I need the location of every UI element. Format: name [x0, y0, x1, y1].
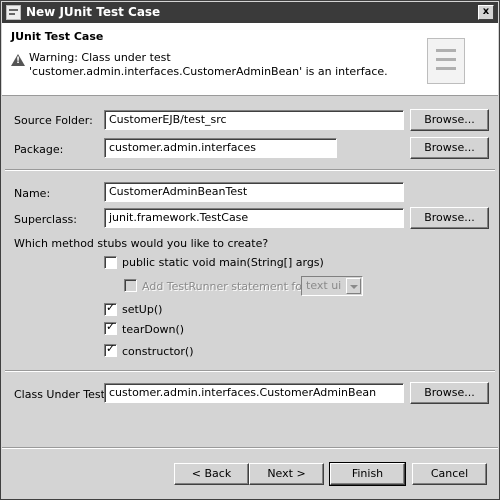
finish-button[interactable]: Finish	[329, 462, 406, 486]
superclass-field[interactable]: junit.framework.TestCase	[104, 208, 404, 228]
teardown-checkbox[interactable]: ✓	[104, 320, 117, 335]
new-junit-test-case-dialog: New JUnit Test Case x JUnit Test Case ! …	[0, 0, 500, 500]
source-folder-label: Source Folder:	[14, 114, 93, 127]
window-icon	[6, 5, 21, 20]
next-button[interactable]: Next >	[249, 463, 324, 485]
package-field[interactable]: customer.admin.interfaces	[104, 138, 337, 158]
setup-label: setUp()	[122, 303, 163, 316]
constructor-checkbox[interactable]: ✓	[104, 342, 117, 357]
source-folder-browse-button[interactable]: Browse...	[410, 109, 489, 131]
warning-message: Warning: Class under test 'customer.admi…	[29, 51, 388, 78]
cancel-button[interactable]: Cancel	[412, 463, 487, 485]
close-button[interactable]: x	[478, 5, 494, 20]
wizard-banner: JUnit Test Case ! Warning: Class under t…	[2, 23, 498, 96]
testrunner-label: Add TestRunner statement for:	[142, 280, 311, 293]
class-under-test-browse-button[interactable]: Browse...	[410, 382, 489, 404]
superclass-label: Superclass:	[14, 213, 77, 226]
testrunner-checkbox[interactable]	[124, 279, 137, 292]
chevron-down-icon[interactable]	[346, 278, 361, 294]
window-title: New JUnit Test Case	[26, 5, 161, 19]
page-title: JUnit Test Case	[11, 30, 104, 43]
teardown-label: tearDown()	[122, 323, 185, 336]
package-label: Package:	[14, 143, 64, 156]
source-folder-field[interactable]: CustomerEJB/test_src	[104, 110, 404, 130]
superclass-browse-button[interactable]: Browse...	[410, 207, 489, 229]
separator	[5, 169, 495, 171]
junit-wizard-icon	[427, 38, 465, 84]
method-stubs-question: Which method stubs would you like to cre…	[14, 237, 269, 250]
package-browse-button[interactable]: Browse...	[410, 137, 489, 159]
main-method-checkbox[interactable]	[104, 256, 117, 269]
constructor-label: constructor()	[122, 345, 194, 358]
main-method-label: public static void main(String[] args)	[122, 256, 324, 269]
name-field[interactable]: CustomerAdminBeanTest	[104, 182, 404, 202]
class-under-test-label: Class Under Test:	[14, 388, 109, 401]
testrunner-mode-select[interactable]: text ui	[301, 276, 363, 296]
separator	[5, 370, 495, 372]
separator	[2, 447, 498, 449]
testrunner-mode-value: text ui	[306, 279, 342, 292]
class-under-test-field[interactable]: customer.admin.interfaces.CustomerAdminB…	[104, 383, 404, 403]
setup-checkbox[interactable]: ✓	[104, 301, 117, 316]
title-bar[interactable]: New JUnit Test Case x	[2, 2, 498, 23]
name-label: Name:	[14, 187, 51, 200]
back-button[interactable]: < Back	[174, 463, 249, 485]
